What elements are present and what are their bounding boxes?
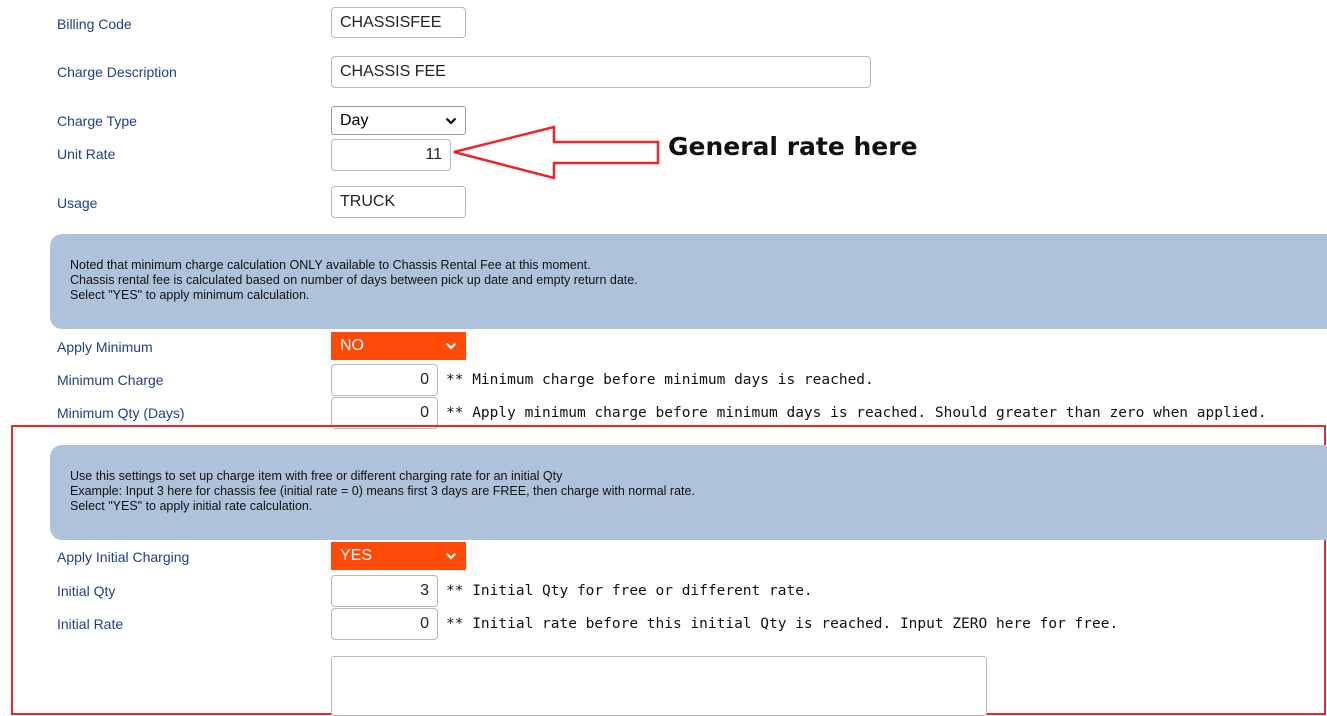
usage-label: Usage <box>57 195 98 211</box>
minimum-banner-line-1: Noted that minimum charge calculation ON… <box>70 258 591 272</box>
charge-description-label: Charge Description <box>57 64 177 80</box>
minimum-qty-note: ** Apply minimum charge before minimum d… <box>446 405 1267 421</box>
billing-code-input[interactable]: CHASSISFEE <box>331 7 466 38</box>
initial-rate-input[interactable]: 0 <box>331 608 438 640</box>
charge-type-label: Charge Type <box>57 113 137 129</box>
initial-banner-line-2: Example: Input 3 here for chassis fee (i… <box>70 484 695 498</box>
chevron-down-icon <box>445 552 457 560</box>
minimum-info-banner: Noted that minimum charge calculation ON… <box>50 234 1327 329</box>
initial-qty-input[interactable]: 3 <box>331 575 438 607</box>
initial-banner-line-3: Select "YES" to apply initial rate calcu… <box>70 499 313 513</box>
apply-initial-charging-value: YES <box>340 547 373 564</box>
initial-qty-note: ** Initial Qty for free or different rat… <box>446 583 813 599</box>
initial-banner-line-1: Use this settings to set up charge item … <box>70 469 563 483</box>
unit-rate-input[interactable]: 11 <box>331 139 451 171</box>
minimum-charge-label: Minimum Charge <box>57 372 164 388</box>
charge-type-select[interactable]: Day <box>331 106 466 135</box>
initial-qty-label: Initial Qty <box>57 583 116 599</box>
usage-input[interactable]: TRUCK <box>331 186 466 218</box>
left-arrow-annotation-icon <box>453 125 660 180</box>
minimum-banner-line-2: Chassis rental fee is calculated based o… <box>70 273 638 287</box>
billing-code-label: Billing Code <box>57 16 132 32</box>
charge-description-input[interactable]: CHASSIS FEE <box>331 56 871 88</box>
chevron-down-icon <box>445 342 457 350</box>
minimum-banner-line-3: Select "YES" to apply minimum calculatio… <box>70 288 310 302</box>
apply-minimum-label: Apply Minimum <box>57 339 153 355</box>
minimum-charge-note: ** Minimum charge before minimum days is… <box>446 372 874 388</box>
minimum-charge-input[interactable]: 0 <box>331 364 438 396</box>
minimum-qty-label: Minimum Qty (Days) <box>57 405 185 421</box>
initial-rate-note: ** Initial rate before this initial Qty … <box>446 616 1119 632</box>
apply-initial-charging-label: Apply Initial Charging <box>57 549 190 565</box>
apply-minimum-value: NO <box>340 337 364 354</box>
apply-minimum-select[interactable]: NO <box>331 332 466 360</box>
remarks-textarea[interactable] <box>331 656 987 716</box>
charge-type-value: Day <box>340 111 369 129</box>
unit-rate-label: Unit Rate <box>57 146 116 162</box>
initial-rate-label: Initial Rate <box>57 616 124 632</box>
annotation-text: General rate here <box>668 132 918 161</box>
apply-initial-charging-select[interactable]: YES <box>331 542 466 570</box>
initial-info-banner: Use this settings to set up charge item … <box>50 445 1327 540</box>
